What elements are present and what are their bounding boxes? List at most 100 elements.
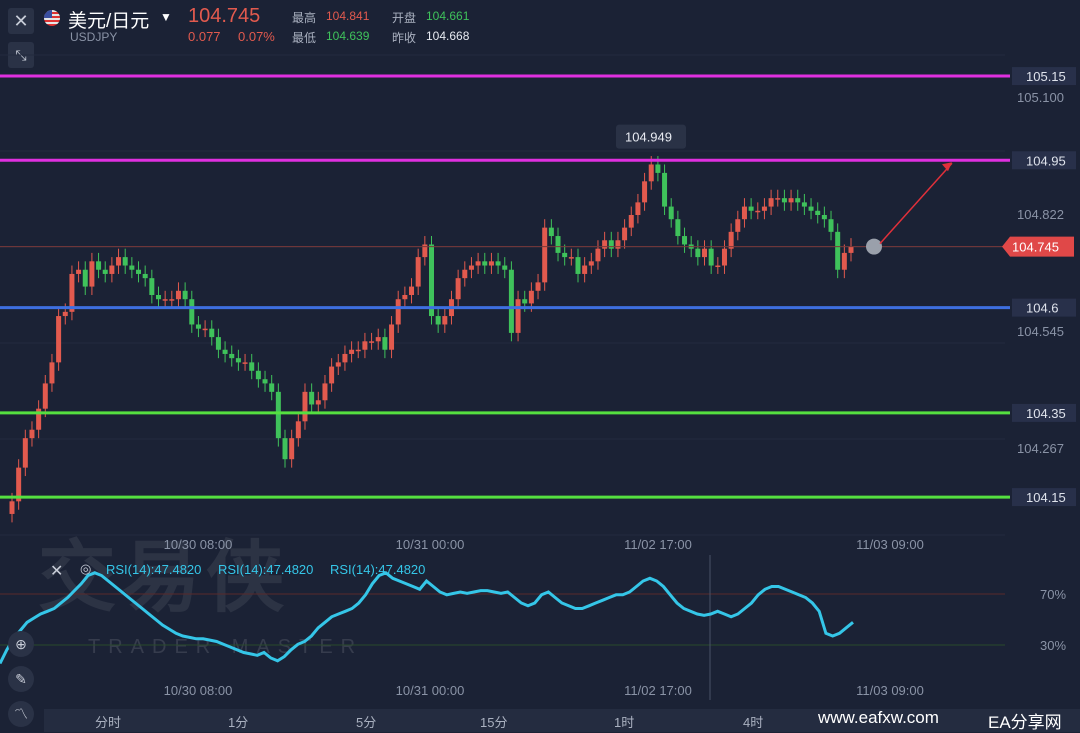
- candle-body: [482, 261, 488, 266]
- candle-body: [555, 236, 561, 253]
- candle-body: [608, 240, 614, 249]
- price-chart[interactable]: 105.100 104.822 104.545 104.267 104.745 105.1…: [0, 0, 1080, 732]
- y-tick-label: 104.267: [1017, 441, 1064, 456]
- candle-body: [275, 391, 281, 439]
- candle-body: [335, 362, 341, 367]
- candle-body: [615, 240, 621, 249]
- candle-body: [668, 206, 674, 220]
- candle-body: [49, 362, 55, 384]
- candle-body: [229, 353, 235, 359]
- candle-body: [142, 273, 148, 279]
- candle-body: [322, 383, 328, 401]
- candle-body: [708, 248, 714, 266]
- candle-body: [96, 261, 102, 270]
- candle-body: [741, 206, 747, 220]
- candle-body: [362, 341, 368, 350]
- eye-icon[interactable]: ◎: [80, 561, 91, 577]
- candle-body: [655, 164, 661, 173]
- candle-body: [62, 311, 68, 317]
- candle-body: [369, 341, 375, 343]
- y-tick-label: 105.100: [1017, 90, 1064, 105]
- candle-body: [848, 246, 854, 253]
- rsi-label: RSI(14):47.4820: [106, 562, 202, 577]
- candle-body: [109, 265, 115, 274]
- candle-body: [508, 269, 514, 333]
- candle-body: [795, 198, 801, 203]
- candle-body: [315, 400, 321, 405]
- candle-body: [402, 295, 408, 300]
- candle-body: [262, 379, 268, 384]
- candle-body: [235, 358, 241, 363]
- candle-body: [562, 252, 568, 258]
- candle-body: [695, 248, 701, 258]
- pencil-icon[interactable]: ✎: [8, 666, 34, 692]
- candle-body: [502, 265, 508, 270]
- timeframe-tick[interactable]: 分时: [95, 712, 121, 731]
- candle-body: [775, 198, 781, 200]
- candle-body: [382, 337, 388, 350]
- candle-body: [808, 206, 814, 211]
- candle-body: [169, 299, 175, 301]
- candle-body: [202, 328, 208, 331]
- candle-body: [242, 362, 248, 364]
- candle-body: [721, 248, 727, 266]
- level-label: 105.15: [1026, 69, 1066, 84]
- candle-body: [9, 501, 15, 514]
- timeframe-5m[interactable]: 5分: [356, 712, 376, 731]
- candle-body: [189, 299, 195, 325]
- site-url: www.eafxw.com: [818, 708, 939, 727]
- candle-body: [349, 349, 355, 354]
- crosshair-icon[interactable]: ⊕: [8, 631, 34, 657]
- candle-body: [282, 438, 288, 460]
- candle-body: [76, 269, 82, 274]
- timeframe-4h[interactable]: 4时: [743, 712, 763, 731]
- candle-body: [289, 438, 295, 460]
- candle-body: [575, 257, 581, 274]
- candle-body: [222, 349, 228, 354]
- candle-body: [395, 299, 401, 325]
- candle-body: [715, 265, 721, 268]
- candle-body: [209, 328, 215, 338]
- candle-body: [755, 210, 761, 213]
- rsi-close-icon[interactable]: ✕: [50, 561, 63, 581]
- candle-body: [702, 248, 708, 258]
- candle-body: [515, 299, 521, 333]
- candle-body: [675, 219, 681, 237]
- candle-body: [682, 236, 688, 245]
- x-tick-label: 11/03 09:00: [856, 537, 924, 552]
- timeframe-15m[interactable]: 15分: [480, 712, 507, 731]
- rsi-x-tick-label: 10/31 00:00: [396, 683, 465, 698]
- candle-body: [155, 295, 161, 300]
- candle-body: [302, 391, 308, 422]
- candle-body: [89, 261, 95, 287]
- candle-body: [761, 206, 767, 211]
- candle-body: [429, 244, 434, 317]
- candle-body: [821, 215, 827, 220]
- rsi-x-tick-label: 11/03 09:00: [856, 683, 924, 698]
- candle-body: [116, 257, 122, 266]
- level-label: 104.95: [1026, 153, 1066, 168]
- x-tick-label: 10/31 00:00: [396, 537, 465, 552]
- candle-body: [455, 278, 461, 300]
- candle-body: [522, 299, 528, 304]
- timeframe-1h[interactable]: 1时: [614, 712, 634, 731]
- candle-body: [122, 257, 128, 266]
- candle-body: [768, 198, 774, 207]
- candle-body: [249, 362, 255, 371]
- candle-body: [662, 172, 668, 207]
- candle-body: [495, 261, 501, 266]
- candle-body: [42, 383, 48, 409]
- candle-body: [781, 198, 787, 203]
- candle-body: [56, 316, 62, 363]
- candle-body: [269, 383, 275, 392]
- rsi-label: RSI(14):47.4820: [330, 562, 426, 577]
- candle-body: [442, 316, 448, 325]
- rsi-tick-30: 30%: [1040, 638, 1066, 653]
- candle-body: [788, 198, 794, 203]
- timeframe-1m[interactable]: 1分: [228, 712, 248, 731]
- candle-body: [582, 265, 588, 274]
- candle-body: [355, 349, 361, 352]
- site-name: EA分享网: [988, 713, 1062, 732]
- indicator-icon[interactable]: 〽: [8, 701, 34, 727]
- candle-body: [542, 227, 548, 283]
